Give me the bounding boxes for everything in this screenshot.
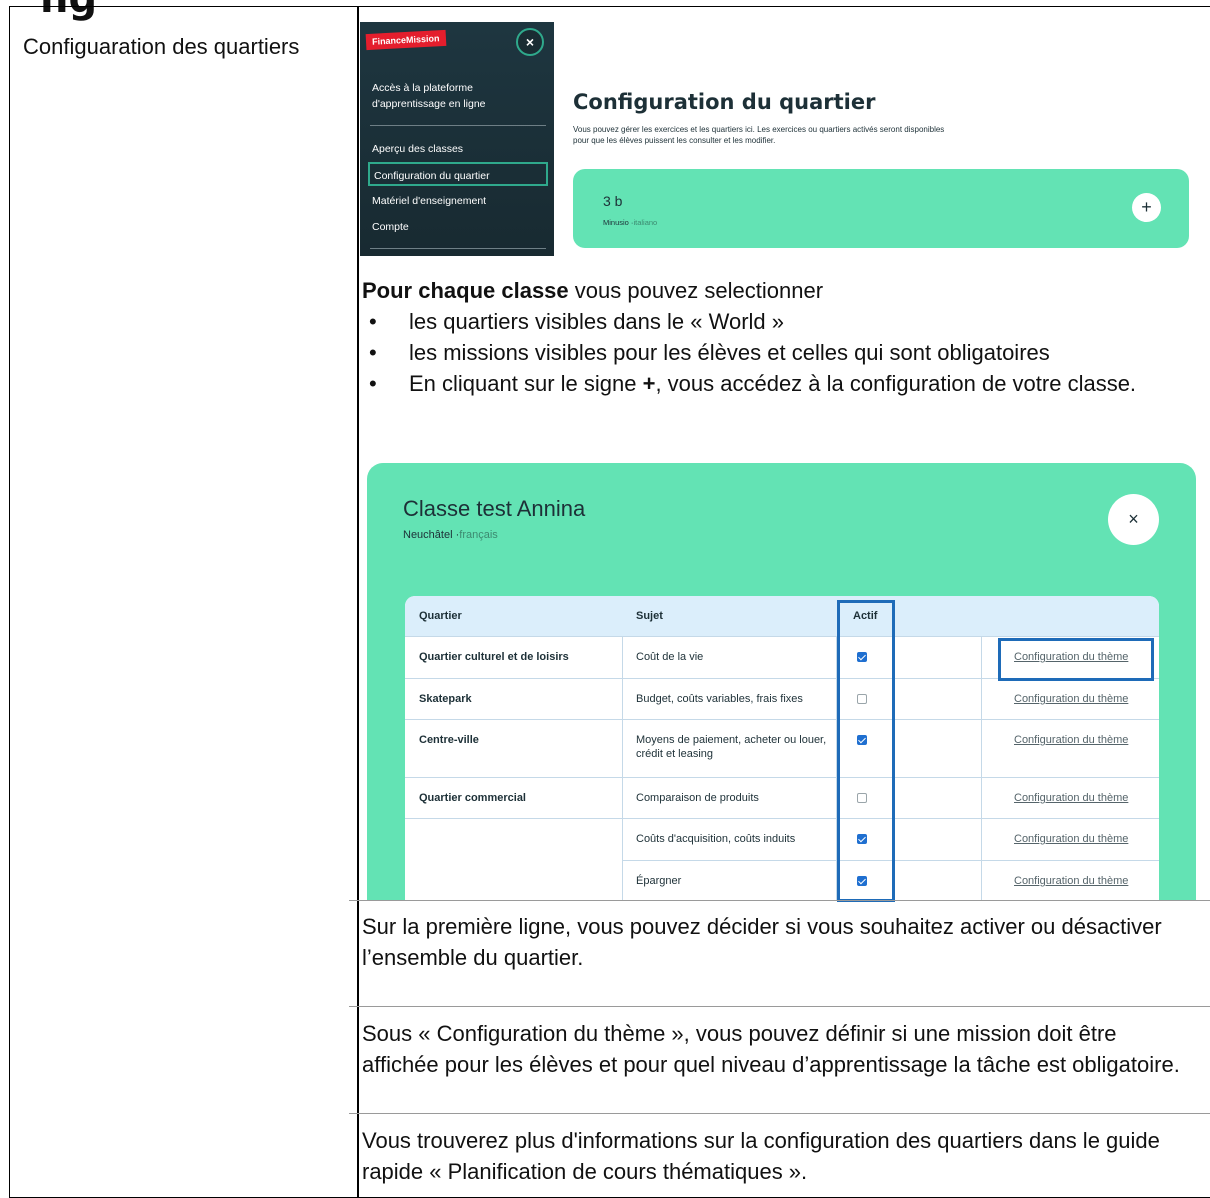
merged-cell (405, 819, 623, 900)
modal-title: Classe test Annina (403, 496, 586, 521)
quartier-cell: Quartier commercial (405, 778, 623, 818)
instructions-intro: Pour chaque classe vous pouvez selection… (362, 275, 823, 306)
theme-config-link[interactable]: Configuration du thème (1014, 693, 1128, 705)
sidebar-item-account[interactable]: Compte (372, 215, 546, 239)
intro-rest: vous pouvez selectionner (568, 278, 824, 303)
quartier-cell: Skatepark (405, 679, 623, 719)
page-description: Vous pouvez gérer les exercices et les q… (573, 125, 945, 145)
theme-link-highlight (998, 638, 1154, 681)
table-row: Quartier commercial Comparaison de produ… (405, 778, 1159, 819)
class-card[interactable]: 3 b Minusio ·italiano + (573, 169, 1189, 248)
sujet-cell: Coûts d'acquisition, coûts induits (623, 819, 837, 860)
theme-config-link[interactable]: Configuration du thème (1014, 833, 1128, 845)
sidebar-item-platform-access[interactable]: Accès à la plateforme d'apprentissage en… (372, 80, 542, 112)
class-language: italiano (633, 218, 658, 227)
class-config-modal: Classe test Annina Neuchâtel ·français ×… (367, 463, 1196, 900)
sidebar-divider (370, 125, 546, 126)
paragraph-theme-config: Sous « Configuration du thème », vous po… (362, 1021, 1180, 1077)
theme-config-cell: Configuration du thème (982, 778, 1159, 818)
page-title: Configuration du quartier (573, 90, 876, 114)
intro-bold: Pour chaque classe (362, 278, 569, 303)
modal-language: français (459, 529, 498, 541)
close-button[interactable]: × (1108, 494, 1159, 545)
add-configuration-button[interactable]: + (1132, 193, 1161, 222)
sujet-cell: Coût de la vie (623, 637, 837, 678)
plus-sign: + (642, 371, 656, 396)
quartier-cell: Quartier culturel et de loisirs (405, 637, 623, 678)
class-name: 3 b (603, 193, 623, 209)
class-location: Minusio ·italiano (603, 218, 658, 227)
table-row: Skatepark Budget, coûts variables, frais… (405, 679, 1159, 720)
theme-config-cell: Configuration du thème (982, 819, 1159, 860)
sujet-cell: Budget, coûts variables, frais fixes (623, 679, 837, 719)
class-city: Minusio (603, 218, 629, 227)
sidebar-item-teaching-material[interactable]: Matériel d'enseignement (372, 189, 546, 213)
sidebar-item-class-overview[interactable]: Aperçu des classes (372, 137, 546, 161)
theme-config-cell: Configuration du thème (982, 720, 1159, 777)
sujet-cell: Comparaison de produits (623, 778, 837, 818)
list-item: les missions visibles pour les élèves et… (362, 337, 1192, 368)
section-label: Configuaration des quartiers (23, 34, 300, 59)
actif-column-highlight (837, 600, 895, 902)
sujet-cell: Épargner (623, 861, 837, 900)
paragraph-more-info: Vous trouverez plus d'informations sur l… (362, 1128, 1160, 1184)
sujet-cell: Moyens de paiement, acheter ou louer, cr… (623, 720, 837, 777)
instructions-list: les quartiers visibles dans le « World »… (362, 306, 1192, 399)
brand-logo: FinanceMission (365, 29, 446, 51)
modal-subtitle: Neuchâtel ·français (403, 529, 498, 541)
theme-config-cell: Configuration du thème (982, 679, 1159, 719)
bullet-text-end: , vous accédez à la configuration de vot… (655, 371, 1137, 396)
column-header-sujet: Sujet (636, 610, 663, 622)
theme-config-link[interactable]: Configuration du thème (1014, 792, 1128, 804)
column-divider (357, 7, 359, 1197)
list-item: En cliquant sur le signe +, vous accédez… (362, 368, 1192, 399)
table-header: Quartier Sujet Actif (405, 596, 1159, 637)
section-divider (349, 1113, 1210, 1114)
theme-config-link[interactable]: Configuration du thème (1014, 734, 1128, 746)
sidebar-item-quarter-configuration[interactable]: Configuration du quartier (368, 162, 548, 186)
paragraph-first-line: Sur la première ligne, vous pouvez décid… (362, 914, 1162, 970)
sidebar-divider (370, 248, 546, 249)
modal-city: Neuchâtel (403, 529, 453, 541)
list-item: les quartiers visibles dans le « World » (362, 306, 1192, 337)
table-row: Centre-ville Moyens de paiement, acheter… (405, 720, 1159, 778)
section-divider (349, 900, 1210, 901)
section-divider (349, 1006, 1210, 1007)
close-icon[interactable]: × (516, 28, 544, 56)
quartier-cell: Centre-ville (405, 720, 623, 777)
bullet-text-start: En cliquant sur le signe (409, 371, 643, 396)
theme-config-link[interactable]: Configuration du thème (1014, 875, 1128, 887)
sidebar-menu: FinanceMission × Accès à la plateforme d… (360, 22, 554, 256)
column-header-quartier: Quartier (419, 610, 462, 622)
theme-config-cell: Configuration du thème (982, 861, 1159, 900)
